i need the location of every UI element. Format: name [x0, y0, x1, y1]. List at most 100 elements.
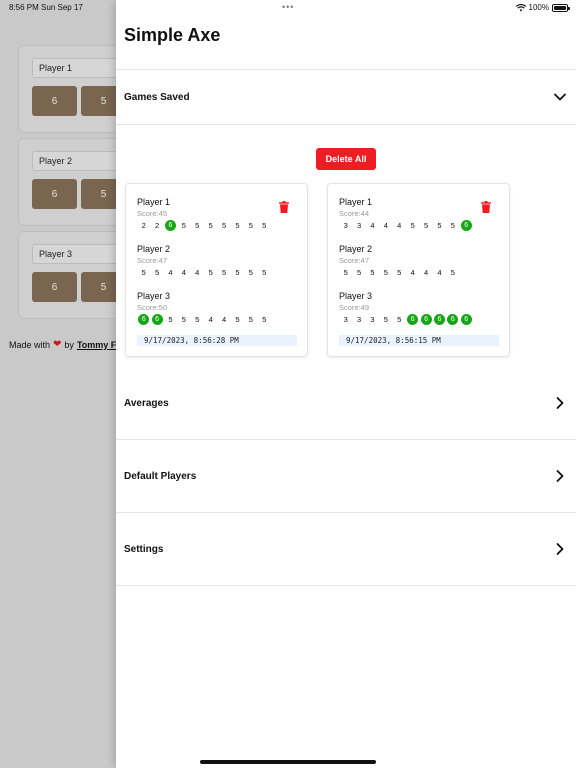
games-saved-header[interactable]: Games Saved: [116, 69, 576, 125]
games-saved-label: Games Saved: [124, 91, 190, 103]
throw-value: 5: [397, 315, 402, 324]
settings-label: Settings: [124, 543, 164, 555]
averages-label: Averages: [124, 397, 169, 409]
page-title: Simple Axe: [124, 25, 221, 45]
game-player-row: Player 3 Score:50 6 6 5 5 5 4 4 5 5 5: [137, 291, 271, 325]
chevron-down-icon: [554, 93, 566, 101]
averages-row[interactable]: Averages: [116, 367, 576, 440]
throw-list: 5 5 4 4 4 5 5 5 5 5: [137, 267, 271, 278]
player-score: Score:47: [137, 256, 168, 265]
throw-value: 3: [370, 315, 375, 324]
throw-value: 5: [437, 221, 442, 230]
chevron-right-icon: [556, 470, 564, 482]
bullseye-throw: 6: [460, 314, 473, 325]
throw-list: 6 6 5 5 5 4 4 5 5 5: [137, 314, 271, 325]
throw-value: 4: [221, 315, 227, 324]
score-button[interactable]: 6: [32, 179, 77, 209]
player-name: Player 1: [339, 197, 373, 207]
status-right: 100%: [515, 3, 570, 12]
throw-value: 5: [141, 268, 146, 277]
score-button[interactable]: 6: [32, 86, 77, 116]
throw-value: 5: [383, 315, 388, 324]
by-text: by: [64, 339, 74, 350]
throw-value: 5: [423, 221, 429, 230]
throw-value: 3: [343, 315, 348, 324]
throw-value: 5: [221, 221, 227, 230]
player-score: Score:50: [137, 303, 168, 312]
author-link[interactable]: Tommy F: [77, 340, 116, 350]
score-button[interactable]: 6: [32, 272, 77, 302]
battery-percent: 100%: [528, 3, 549, 12]
throw-list: 3 3 4 4 4 5 5 5 5 6: [339, 220, 473, 231]
throw-value: 5: [248, 221, 253, 230]
throw-value: 4: [195, 268, 200, 277]
throw-value: 5: [357, 268, 362, 277]
throw-value: 5: [235, 268, 240, 277]
trash-icon[interactable]: [481, 201, 491, 213]
player-name: Player 3: [339, 291, 373, 301]
made-with-text: Made with: [9, 339, 51, 350]
multitask-dots[interactable]: •••: [282, 2, 294, 12]
throw-value: 4: [383, 221, 388, 230]
throw-value: 5: [262, 268, 267, 277]
throw-value: 5: [450, 268, 455, 277]
bullseye-throw: 6: [137, 314, 150, 325]
throw-value: 2: [141, 221, 146, 230]
throw-value: 5: [155, 268, 160, 277]
battery-icon: [552, 3, 570, 12]
throw-value: 5: [181, 315, 186, 324]
status-time: 8:56 PM Sun Sep 17: [9, 3, 83, 12]
player-score: Score:47: [339, 256, 370, 265]
throw-list: 3 3 3 5 5 6 6 6 6 6: [339, 314, 473, 325]
bullseye-throw: 6: [446, 314, 459, 325]
game-timestamp: 9/17/2023, 8:56:15 PM: [339, 335, 499, 346]
bullseye-throw: 6: [460, 220, 473, 231]
player-name: Player 3: [137, 291, 171, 301]
throw-value: 5: [370, 268, 375, 277]
throw-value: 5: [450, 221, 455, 230]
throw-value: 5: [410, 221, 415, 230]
game-player-row: Player 2 Score:47 5 5 5 5 5 4 4 4 5: [339, 244, 460, 278]
throw-value: 3: [357, 315, 362, 324]
throw-value: 5: [262, 315, 267, 324]
player-score: Score:44: [339, 209, 370, 218]
delete-all-button[interactable]: Delete All: [316, 148, 376, 170]
home-indicator[interactable]: [200, 760, 376, 764]
bullseye-throw: 6: [419, 314, 432, 325]
game-player-row: Player 2 Score:47 5 5 4 4 4 5 5 5 5 5: [137, 244, 271, 278]
status-bar: 8:56 PM Sun Sep 17 ••• 100%: [0, 0, 576, 14]
throw-value: 2: [155, 221, 160, 230]
trash-icon[interactable]: [279, 201, 289, 213]
made-with-credit: Made with ❤ by Tommy F: [9, 339, 116, 350]
throw-value: 4: [208, 315, 213, 324]
saved-game-card: Player 1 Score:44 3 3 4 4 4 5 5 5 5 6 Pl…: [327, 183, 510, 357]
throw-value: 4: [397, 221, 402, 230]
throw-value: 5: [195, 315, 200, 324]
settings-row[interactable]: Settings: [116, 513, 576, 586]
default-players-label: Default Players: [124, 470, 197, 482]
throw-value: 5: [221, 268, 227, 277]
throw-value: 4: [410, 268, 415, 277]
throw-value: 4: [370, 221, 375, 230]
throw-value: 5: [248, 315, 253, 324]
game-player-row: Player 3 Score:49 3 3 3 5 5 6 6 6 6 6: [339, 291, 473, 325]
game-player-row: Player 1 Score:45 2 2 6 5 5 5 5 5 5 5: [137, 197, 271, 231]
throw-value: 5: [248, 268, 253, 277]
bullseye-throw: 6: [433, 314, 446, 325]
throw-value: 5: [383, 268, 388, 277]
throw-value: 5: [262, 221, 267, 230]
throw-value: 4: [437, 268, 442, 277]
default-players-row[interactable]: Default Players: [116, 440, 576, 513]
game-player-row: Player 1 Score:44 3 3 4 4 4 5 5 5 5 6: [339, 197, 473, 231]
chevron-right-icon: [556, 543, 564, 555]
throw-value: 5: [208, 268, 213, 277]
throw-value: 5: [235, 315, 240, 324]
wifi-icon: [515, 3, 526, 11]
throw-value: 5: [235, 221, 240, 230]
heart-icon: ❤: [53, 339, 62, 350]
bullseye-throw: 6: [406, 314, 419, 325]
saved-game-card: Player 1 Score:45 2 2 6 5 5 5 5 5 5 5 Pl…: [125, 183, 308, 357]
throw-value: 3: [357, 221, 362, 230]
sidebar-sheet: Simple Axe Games Saved Delete All Player…: [116, 0, 576, 768]
throw-value: 5: [343, 268, 348, 277]
